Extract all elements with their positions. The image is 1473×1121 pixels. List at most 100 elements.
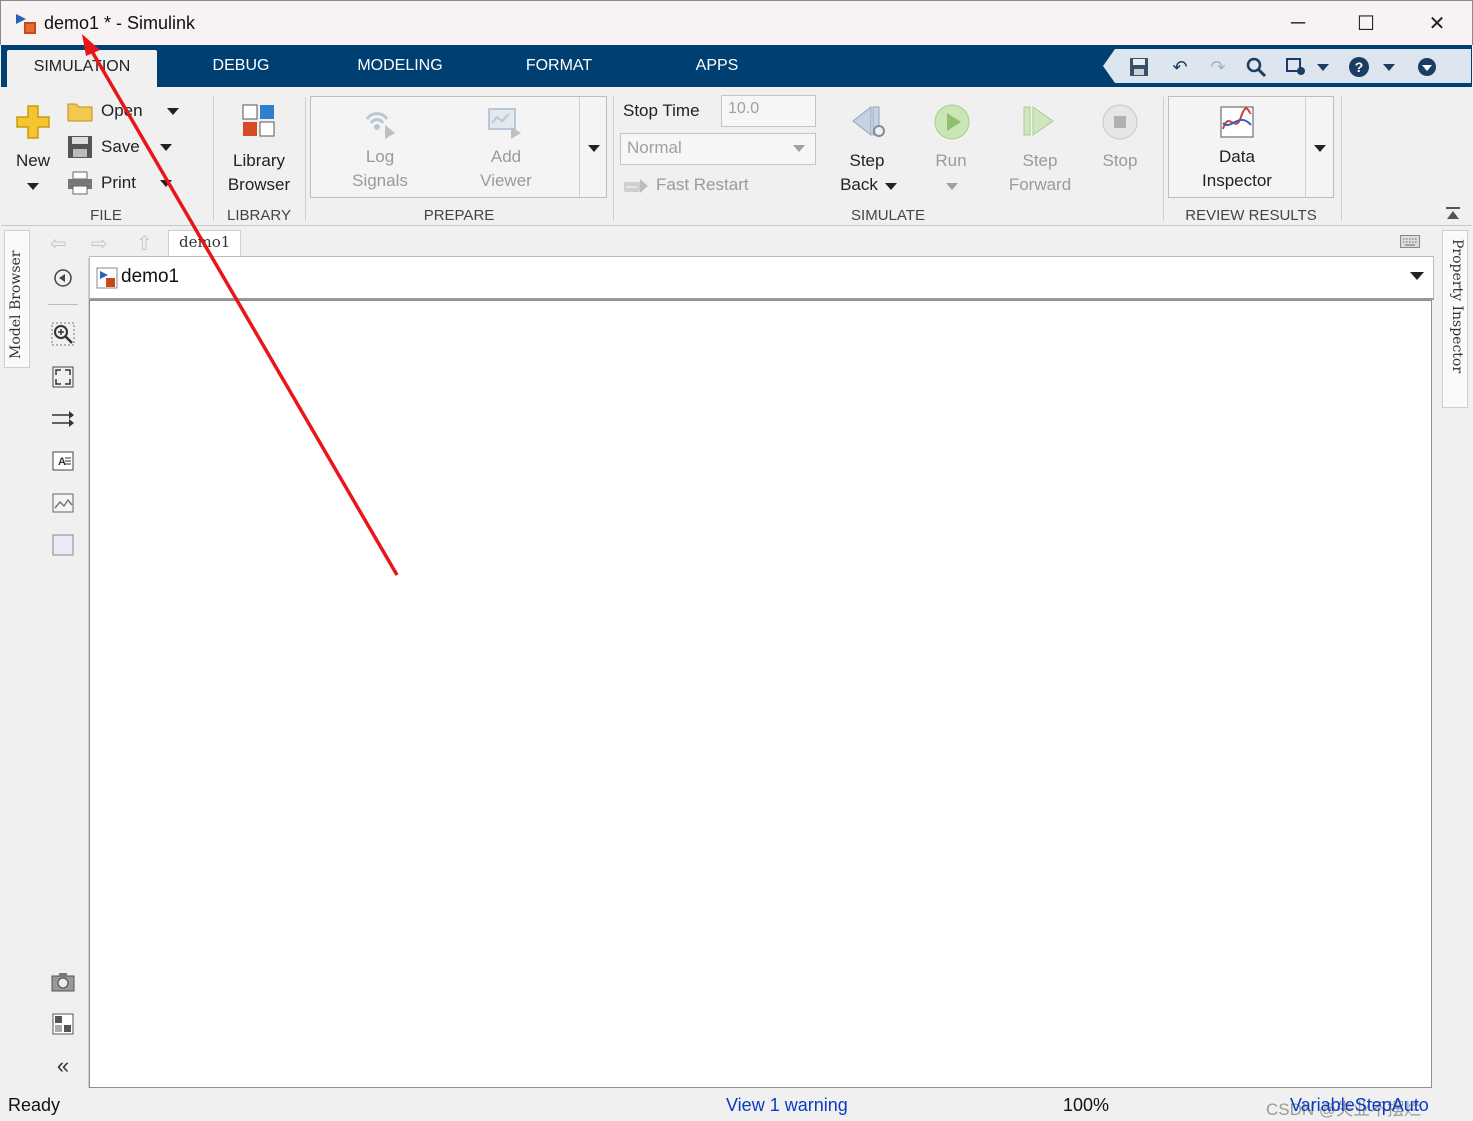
- printer-icon: [68, 171, 92, 195]
- annotation-icon[interactable]: A: [51, 449, 75, 473]
- group-label-review-results: REVIEW RESULTS: [1185, 207, 1317, 224]
- model-browser-tab[interactable]: Model Browser: [4, 230, 30, 368]
- ribbon-panel: New Open Save Print FILE Library Browser…: [1, 87, 1472, 226]
- review-gallery-expand-button[interactable]: [1305, 97, 1334, 197]
- help-dropdown-icon[interactable]: [1383, 64, 1395, 71]
- prepare-gallery-expand-button[interactable]: [579, 97, 607, 197]
- model-name: demo1: [121, 266, 180, 287]
- help-icon[interactable]: ?: [1348, 56, 1370, 78]
- window-title: demo1 * - Simulink: [44, 13, 196, 33]
- view-warning-link[interactable]: View 1 warning: [726, 1095, 848, 1116]
- step-forward-icon: [1023, 106, 1054, 136]
- explorer-nav-bar: ⇦ ⇨ ⇧ demo1: [38, 228, 1438, 256]
- search-icon[interactable]: [1245, 56, 1267, 78]
- fit-to-view-icon[interactable]: [51, 365, 75, 389]
- stop-time-label: Stop Time: [623, 101, 700, 120]
- tab-format[interactable]: FORMAT: [509, 45, 609, 87]
- library-browser-button[interactable]: Library Browser: [221, 99, 297, 199]
- tab-debug[interactable]: DEBUG: [191, 45, 291, 87]
- redo-icon[interactable]: ↷: [1207, 56, 1229, 78]
- image-icon[interactable]: [51, 491, 75, 515]
- save-icon[interactable]: [1128, 56, 1150, 78]
- group-label-prepare: PREPARE: [423, 207, 495, 224]
- new-plus-icon: [16, 105, 50, 139]
- separator: [213, 97, 214, 221]
- tab-apps[interactable]: APPS: [677, 45, 757, 87]
- property-inspector-label: Property Inspector: [1449, 239, 1465, 374]
- up-arrow-icon[interactable]: ⇧: [136, 231, 153, 256]
- fast-restart-icon: [624, 179, 648, 193]
- keyboard-icon[interactable]: [1400, 235, 1420, 248]
- fast-restart-label: Fast Restart: [656, 175, 749, 194]
- group-label-library: LIBRARY: [227, 207, 291, 224]
- step-back-button[interactable]: Step Back: [829, 99, 905, 199]
- library-browser-label-line1: Library: [233, 151, 285, 170]
- zoom-icon[interactable]: [51, 322, 75, 346]
- run-label: Run: [935, 151, 967, 170]
- print-label: Print: [101, 173, 136, 192]
- customize-dropdown-icon[interactable]: [1317, 64, 1329, 71]
- collapse-ribbon-icon[interactable]: [1416, 56, 1438, 78]
- run-play-icon: [934, 104, 970, 140]
- new-button[interactable]: New: [9, 99, 57, 199]
- log-signals-label-line1: Log: [365, 147, 395, 166]
- print-button[interactable]: Print: [67, 171, 187, 197]
- forward-arrow-icon[interactable]: ⇨: [91, 231, 108, 256]
- tool-palette: A «: [38, 258, 89, 1088]
- palette-divider: [48, 304, 78, 305]
- folder-icon: [67, 103, 93, 122]
- save-button[interactable]: Save: [67, 135, 187, 161]
- log-signals-icon: [365, 112, 395, 139]
- group-label-simulate: SIMULATE: [851, 207, 925, 224]
- step-back-label-line2: Back: [840, 175, 878, 194]
- collapse-ribbon-button[interactable]: [1444, 205, 1462, 223]
- back-arrow-icon[interactable]: ⇦: [50, 231, 67, 256]
- property-inspector-tab[interactable]: Property Inspector: [1442, 230, 1468, 408]
- collapse-palette-icon[interactable]: «: [51, 1053, 75, 1078]
- step-forward-button[interactable]: Step Forward: [997, 99, 1083, 199]
- undo-icon[interactable]: ↶: [1169, 56, 1191, 78]
- add-viewer-button[interactable]: Add Viewer: [461, 101, 551, 196]
- stop-label: Stop: [1102, 151, 1138, 170]
- area-icon[interactable]: [51, 533, 75, 557]
- tab-modeling[interactable]: MODELING: [341, 45, 459, 87]
- hide-show-explorer-icon[interactable]: [51, 266, 75, 290]
- open-dropdown-icon: [167, 108, 179, 115]
- breadcrumb-tab[interactable]: demo1: [168, 230, 242, 256]
- run-button[interactable]: Run: [915, 99, 987, 199]
- quick-access-toolbar: ↶ ↷ ?: [1103, 49, 1471, 83]
- save-dropdown-icon: [160, 144, 172, 151]
- fast-restart-toggle[interactable]: Fast Restart: [623, 173, 803, 199]
- customize-icon[interactable]: [1285, 56, 1307, 78]
- ribbon-tab-bar: SIMULATION DEBUG MODELING FORMAT APPS ↶ …: [1, 45, 1472, 87]
- separator: [1341, 97, 1342, 221]
- separator: [1163, 97, 1164, 221]
- simulation-mode-value: Normal: [627, 138, 682, 157]
- minimize-button[interactable]: ─: [1264, 1, 1332, 46]
- simulation-mode-select[interactable]: Normal: [620, 133, 816, 165]
- stop-time-field[interactable]: 10.0: [721, 95, 816, 127]
- title-bar: demo1 * - Simulink ─ ☐ ✕: [0, 0, 1473, 45]
- signal-arrows-icon[interactable]: [51, 407, 75, 431]
- model-data-editor-icon[interactable]: [51, 1012, 75, 1036]
- data-inspector-button[interactable]: Data Inspector: [1177, 101, 1297, 196]
- close-button[interactable]: ✕: [1403, 1, 1471, 46]
- model-canvas[interactable]: [89, 300, 1432, 1088]
- solver-link[interactable]: VariableStepAuto: [1290, 1095, 1429, 1116]
- chevron-down-icon: [1314, 145, 1326, 152]
- separator: [613, 97, 614, 221]
- save-label: Save: [101, 137, 140, 156]
- model-file-icon: [96, 267, 118, 289]
- screenshot-camera-icon[interactable]: [51, 970, 75, 994]
- tab-simulation[interactable]: SIMULATION: [7, 50, 157, 87]
- add-viewer-icon: [488, 108, 521, 139]
- address-dropdown-icon[interactable]: [1410, 272, 1424, 280]
- chevron-down-icon: [793, 145, 805, 152]
- open-label: Open: [101, 101, 143, 120]
- log-signals-button[interactable]: Log Signals: [335, 101, 425, 196]
- stop-button[interactable]: Stop: [1089, 99, 1151, 199]
- open-button[interactable]: Open: [67, 99, 187, 125]
- model-address-bar[interactable]: demo1: [89, 256, 1434, 300]
- maximize-button[interactable]: ☐: [1332, 1, 1400, 46]
- svg-text:?: ?: [1355, 59, 1364, 75]
